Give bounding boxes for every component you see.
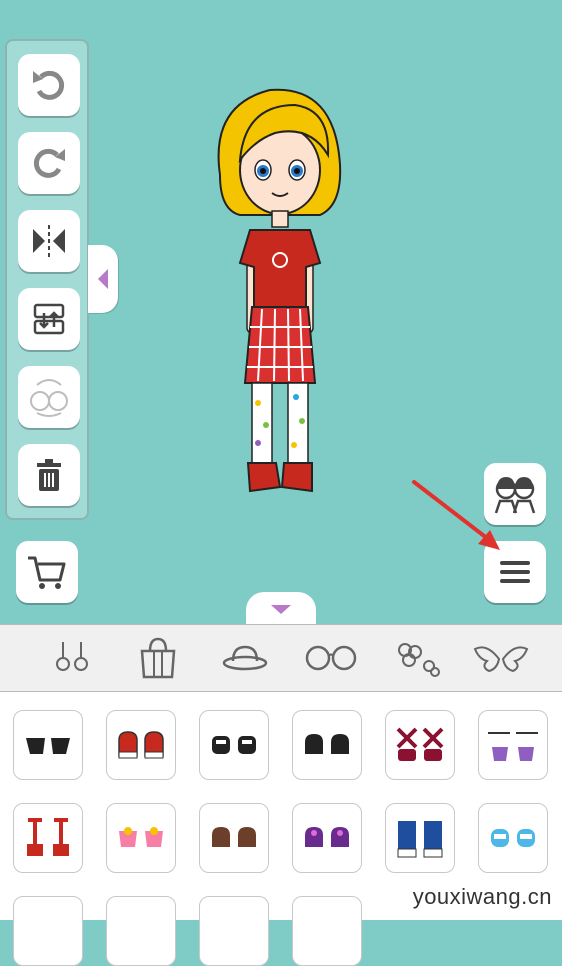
- undo-button[interactable]: [18, 54, 80, 116]
- swap-character-icon: [30, 379, 68, 417]
- layer-swap-icon: [33, 303, 65, 335]
- category-earrings[interactable]: [43, 635, 103, 681]
- item-partial[interactable]: [199, 896, 269, 966]
- stage: [0, 0, 562, 626]
- watermark: youxiwang.cn: [412, 884, 552, 909]
- item-blue-high-tops[interactable]: [385, 803, 455, 873]
- wings-icon: [473, 646, 529, 673]
- item-pink-bow-flats[interactable]: [106, 803, 176, 873]
- red-arrow-annotation: [412, 480, 500, 550]
- shop-button[interactable]: [16, 541, 78, 603]
- glasses-icon: [305, 645, 357, 671]
- category-glasses[interactable]: [301, 635, 361, 681]
- category-bags[interactable]: [128, 635, 188, 681]
- category-flowers[interactable]: [387, 635, 447, 681]
- category-wings[interactable]: [471, 635, 531, 681]
- swap-character-button[interactable]: [18, 366, 80, 428]
- brown-loafers-icon: [212, 827, 256, 847]
- hat-icon: [222, 645, 268, 671]
- redo-button[interactable]: [18, 132, 80, 194]
- burgundy-strap-heels-icon: [396, 727, 444, 761]
- item-partial[interactable]: [13, 896, 83, 966]
- undo-icon: [33, 70, 65, 100]
- chevron-left-icon: [98, 269, 108, 289]
- red-high-boots-icon: [27, 818, 69, 856]
- purple-bow-shoes-icon: [305, 827, 349, 847]
- cart-icon: [28, 556, 66, 589]
- hamburger-menu-icon: [500, 561, 530, 583]
- item-red-high-boots[interactable]: [13, 803, 83, 873]
- black-flats-icon: [26, 738, 70, 754]
- category-hats[interactable]: [215, 635, 275, 681]
- collapse-panel-button[interactable]: [246, 592, 316, 626]
- black-platforms-icon: [212, 736, 256, 754]
- delete-button[interactable]: [18, 444, 80, 506]
- item-black-platforms[interactable]: [199, 710, 269, 780]
- bag-icon: [140, 637, 176, 679]
- earring-icon: [56, 642, 88, 671]
- item-blue-sandals[interactable]: [478, 803, 548, 873]
- redo-icon: [33, 148, 65, 178]
- black-slippers-icon: [305, 734, 349, 754]
- item-partial[interactable]: [292, 896, 362, 966]
- item-purple-ribbon-boots[interactable]: [478, 710, 548, 780]
- flower-icon: [398, 643, 440, 677]
- pink-bow-flats-icon: [119, 827, 163, 847]
- item-burgundy-strap-heels[interactable]: [385, 710, 455, 780]
- item-black-flats[interactable]: [13, 710, 83, 780]
- collapse-toolbar-button[interactable]: [88, 245, 118, 313]
- blue-high-tops-icon: [397, 821, 443, 858]
- red-sneakers-icon: [118, 731, 164, 759]
- avatar-character[interactable]: [200, 85, 360, 495]
- editing-toolbar: [5, 39, 89, 520]
- flip-horizontal-icon: [33, 225, 65, 257]
- layer-button[interactable]: [18, 288, 80, 350]
- item-purple-bow-shoes[interactable]: [292, 803, 362, 873]
- item-partial[interactable]: [106, 896, 176, 966]
- item-red-sneakers[interactable]: [106, 710, 176, 780]
- trash-icon: [37, 459, 61, 491]
- chevron-down-icon: [271, 605, 291, 614]
- flip-button[interactable]: [18, 210, 80, 272]
- item-black-slippers[interactable]: [292, 710, 362, 780]
- purple-ribbon-boots-icon: [488, 732, 538, 761]
- category-bar: [0, 624, 562, 692]
- item-brown-loafers[interactable]: [199, 803, 269, 873]
- blue-sandals-icon: [491, 829, 535, 847]
